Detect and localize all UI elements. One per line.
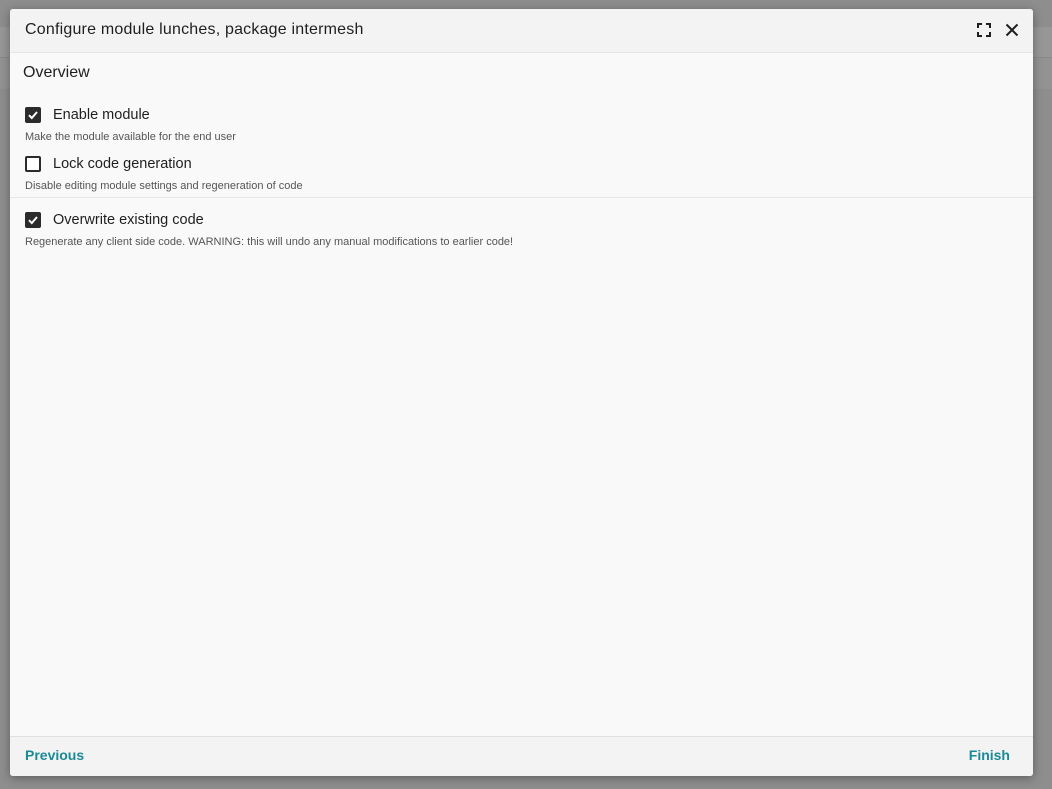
checkmark-icon [28,111,38,120]
section-title-overview: Overview [23,64,90,81]
lock-code-generation-checkbox[interactable] [25,156,41,172]
dialog-footer: Previous Finish [10,736,1033,776]
finish-button[interactable]: Finish [969,747,1010,763]
option-hint: Regenerate any client side code. WARNING… [25,236,514,248]
maximize-icon [977,23,991,37]
option-label: Enable module [53,107,150,123]
overwrite-existing-code-checkbox[interactable] [25,212,41,228]
option-label: Overwrite existing code [53,212,204,228]
previous-button[interactable]: Previous [25,747,84,763]
checkmark-icon [28,216,38,225]
option-row[interactable]: Enable module [25,106,236,124]
option-overwrite-existing-code: Overwrite existing code Regenerate any c… [25,211,513,248]
option-enable-module: Enable module Make the module available … [25,106,236,143]
dialog-title: Configure module lunches, package interm… [25,21,364,38]
close-icon [1005,23,1019,37]
section-divider [10,197,1033,198]
maximize-button[interactable] [975,21,993,39]
enable-module-checkbox[interactable] [25,107,41,123]
option-row[interactable]: Lock code generation [25,155,303,173]
dialog-header: Configure module lunches, package interm… [10,9,1033,53]
close-button[interactable] [1003,21,1021,39]
option-label: Lock code generation [53,156,192,172]
option-lock-code-generation: Lock code generation Disable editing mod… [25,155,303,192]
configure-module-dialog: Configure module lunches, package interm… [10,9,1033,776]
option-hint: Disable editing module settings and rege… [25,180,303,192]
option-row[interactable]: Overwrite existing code [25,211,513,229]
option-hint: Make the module available for the end us… [25,131,236,143]
